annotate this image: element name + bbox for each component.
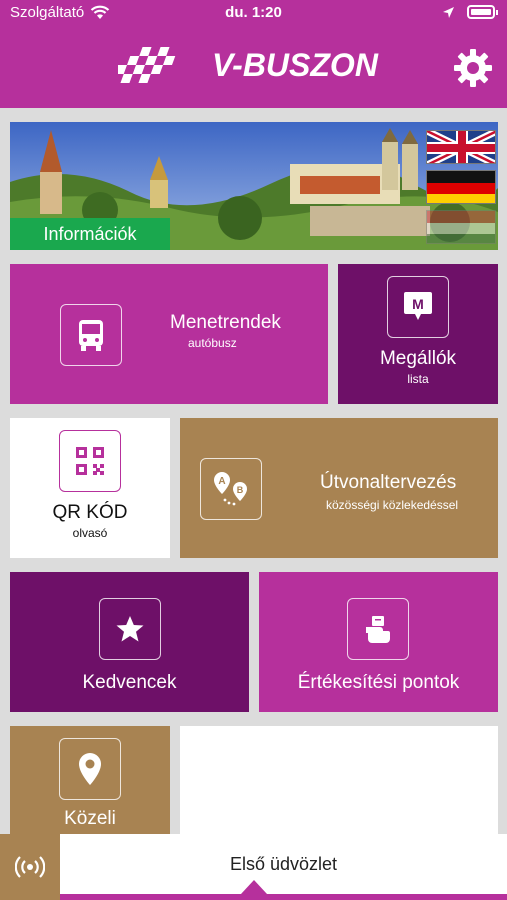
timetables-subtitle: autóbusz	[188, 336, 237, 350]
welcome-message[interactable]: Első üdvözlet	[60, 834, 507, 894]
sales-points-title: Értékesítési pontok	[297, 672, 460, 693]
bottom-message-bar: Első üdvözlet	[0, 834, 507, 900]
favorites-tile[interactable]: Kedvencek	[10, 572, 249, 712]
nearby-tile[interactable]: Közeli	[10, 726, 170, 846]
qr-subtitle: olvasó	[72, 526, 108, 540]
hungarian-flag-icon	[427, 211, 495, 243]
route-planner-subtitle: közösségi közlekedéssel	[326, 498, 459, 512]
broadcast-button[interactable]	[0, 834, 60, 900]
svg-text:M: M	[412, 296, 424, 312]
route-planner-tile[interactable]: A B Útvonaltervezés közösségi közlekedés…	[180, 418, 498, 558]
qr-title: QR KÓD	[52, 502, 128, 523]
info-label: Információk	[10, 218, 170, 250]
status-bar: Szolgáltató du. 1:20	[0, 4, 507, 26]
caret-up-icon	[241, 880, 267, 894]
sales-points-tile[interactable]: Értékesítési pontok	[259, 572, 498, 712]
stop-m-icon: M	[404, 292, 432, 320]
star-icon	[116, 616, 144, 642]
battery-icon	[467, 5, 498, 19]
stops-subtitle: lista	[407, 372, 429, 386]
app-logo: V-BUSZON	[118, 42, 378, 88]
favorites-title: Kedvencek	[82, 672, 177, 693]
timetables-tile[interactable]: Menetrendek autóbusz	[10, 264, 328, 404]
flag-hu-button[interactable]	[426, 210, 496, 244]
empty-tile-area	[180, 726, 498, 846]
bus-icon	[79, 320, 103, 351]
app-name: V-BUSZON	[212, 46, 378, 83]
svg-text:A: A	[218, 476, 225, 487]
qr-reader-tile[interactable]: QR KÓD olvasó	[10, 418, 170, 558]
info-banner[interactable]: Információk	[10, 122, 498, 250]
ticket-hand-icon	[366, 616, 390, 643]
checkered-flag-logo-icon	[118, 47, 176, 83]
timetables-title: Menetrendek	[170, 312, 281, 333]
location-pin-icon	[79, 753, 101, 785]
clock: du. 1:20	[225, 4, 282, 21]
nearby-title: Közeli	[64, 808, 116, 829]
settings-button[interactable]	[453, 48, 493, 88]
stops-title: Megállók	[379, 348, 457, 369]
flag-de-button[interactable]	[426, 170, 496, 204]
app-header: Szolgáltató du. 1:20 V-BUSZON	[0, 0, 507, 108]
bottom-accent-line	[60, 894, 507, 900]
german-flag-icon	[427, 171, 495, 203]
flag-en-button[interactable]	[426, 130, 496, 164]
uk-flag-icon	[427, 131, 495, 163]
broadcast-icon	[15, 856, 45, 878]
route-ab-icon: A B	[214, 472, 247, 506]
stops-tile[interactable]: M Megállók lista	[338, 264, 498, 404]
location-arrow-icon	[443, 6, 454, 18]
route-planner-title: Útvonaltervezés	[320, 472, 457, 493]
gear-icon	[454, 49, 492, 87]
qr-code-icon	[76, 447, 104, 475]
svg-text:B: B	[237, 485, 244, 495]
